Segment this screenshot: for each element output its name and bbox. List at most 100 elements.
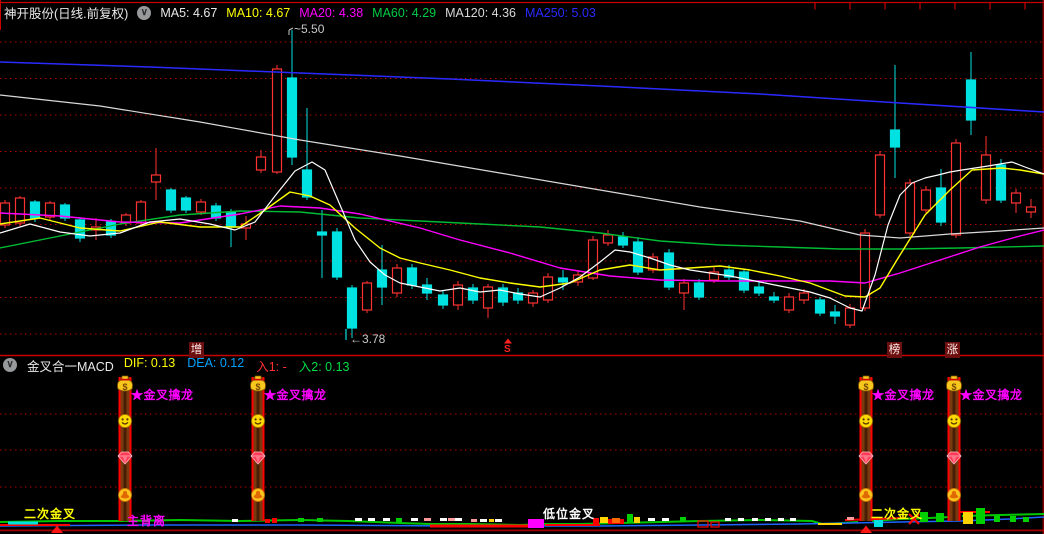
candle (950, 139, 962, 238)
candle (255, 150, 267, 173)
candle (180, 196, 192, 213)
ma-line-MA10 (0, 167, 1044, 298)
signal-text: 主背离 (127, 514, 167, 528)
candle (391, 264, 403, 297)
smiley-icon (859, 414, 873, 428)
candle (240, 216, 252, 240)
candle (59, 203, 71, 221)
ma-legend: MA5: 4.67 MA10: 4.67 MA20: 4.38 MA60: 4.29 M… (160, 6, 596, 20)
window-frame (0, 0, 1044, 534)
legend-item: DEA: 0.12 (187, 355, 245, 370)
candle (753, 282, 765, 296)
golden-cross-dragon-label: ★金叉擒龙 (872, 388, 935, 402)
candle (165, 188, 177, 213)
candle (301, 108, 313, 200)
candle (783, 293, 795, 313)
candle (346, 285, 358, 338)
legend-item: DIF: 0.13 (123, 355, 176, 370)
watermark-char: 增 (189, 342, 204, 358)
s-signal-triangle (504, 338, 512, 344)
chevron-down-icon[interactable]: ∨ (3, 358, 17, 372)
ma-line-MA250 (0, 61, 1044, 113)
candle (195, 199, 207, 215)
main-chart-header: 神开股份(日线.前复权) ∨ MA5: 4.67 MA10: 4.67 MA20: … (4, 4, 596, 21)
indicator-header: ∨ 金叉合一MACD DIF: 0.13 DEA: 0.12 入1: - 入2: 0.… (3, 356, 350, 375)
candle (482, 284, 494, 318)
high-price-label: ~5.50 (294, 22, 325, 36)
candle (150, 148, 162, 200)
ma-lines (0, 61, 1044, 312)
signal-text: 低位金叉 (543, 507, 596, 521)
candle (331, 228, 343, 280)
candle (693, 279, 705, 300)
indicator-legend: DIF: 0.13 DEA: 0.12 入1: - 入2: 0.13 (124, 356, 350, 375)
signal-text: 二次金叉 (871, 507, 924, 521)
candle (1010, 189, 1022, 213)
legend-item: MA120: 4.36 (445, 5, 516, 20)
low-price-label: ←3.78 (350, 332, 386, 346)
ma-line-MA120 (0, 94, 1044, 239)
ma-line-MA60 (0, 210, 1044, 250)
candle (935, 169, 947, 226)
up-triangle-marker (51, 525, 63, 533)
svg-text:$: $ (255, 382, 260, 392)
gold-ingot-icon (947, 488, 961, 502)
candle (602, 230, 614, 246)
candle (361, 281, 373, 313)
up-triangle-marker (860, 525, 872, 533)
svg-text:$: $ (122, 382, 127, 392)
candle (527, 290, 539, 307)
candle (965, 52, 977, 135)
candle (920, 186, 932, 213)
legend-item: MA20: 4.38 (299, 5, 364, 20)
candle (467, 284, 479, 304)
candle (874, 151, 886, 218)
svg-text:$: $ (863, 382, 868, 392)
gold-ingot-icon (118, 488, 132, 502)
smiley-icon (118, 414, 132, 428)
candle (889, 65, 901, 178)
smiley-icon (251, 414, 265, 428)
watermark-char: 榜 (887, 342, 902, 358)
legend-item: 入2: 0.13 (298, 359, 350, 374)
candle (768, 292, 780, 303)
candle (1025, 199, 1037, 218)
candle (678, 279, 690, 310)
candle (632, 237, 644, 275)
gold-ingot-icon (859, 488, 873, 502)
candle (437, 290, 449, 309)
legend-item: MA5: 4.67 (160, 5, 218, 20)
candle (271, 65, 283, 174)
golden-cross-dragon-label: ★金叉擒龙 (264, 388, 327, 402)
s-signal-label: S (504, 344, 511, 355)
candle (512, 288, 524, 304)
candle (995, 159, 1007, 203)
indicator-name: 金叉合一MACD (27, 359, 114, 374)
app-window: $ $ $ $ 神开股份(日线.前复权) ∨ MA5: 4.67 MA10: 4.67 M… (0, 0, 1044, 534)
gold-ingot-icon (251, 488, 265, 502)
legend-item: MA10: 4.67 (226, 5, 291, 20)
golden-cross-dragon-label: ★金叉擒龙 (960, 388, 1023, 402)
candle (542, 273, 554, 303)
candle (497, 284, 509, 306)
candle (980, 136, 992, 204)
candle (617, 232, 629, 248)
candle (814, 297, 826, 316)
watermark-char: 涨 (945, 342, 960, 358)
candle (452, 281, 464, 310)
legend-item: 入1: - (256, 359, 287, 374)
svg-text:$: $ (951, 382, 956, 392)
chevron-down-icon[interactable]: ∨ (137, 5, 152, 20)
candlesticks (0, 30, 1037, 338)
candle (859, 229, 871, 311)
chart-canvas[interactable]: $ $ $ $ (0, 0, 1044, 534)
golden-cross-dragon-label: ★金叉擒龙 (131, 388, 194, 402)
ma-line-MA20 (0, 205, 1044, 284)
candle (286, 30, 298, 165)
candle (316, 210, 328, 278)
legend-item: MA60: 4.29 (372, 5, 437, 20)
stock-title: 神开股份(日线.前复权) (4, 7, 129, 21)
candle (44, 201, 56, 220)
legend-item: MA250: 5.03 (525, 5, 596, 20)
signal-text: 二次金叉 (24, 507, 77, 521)
